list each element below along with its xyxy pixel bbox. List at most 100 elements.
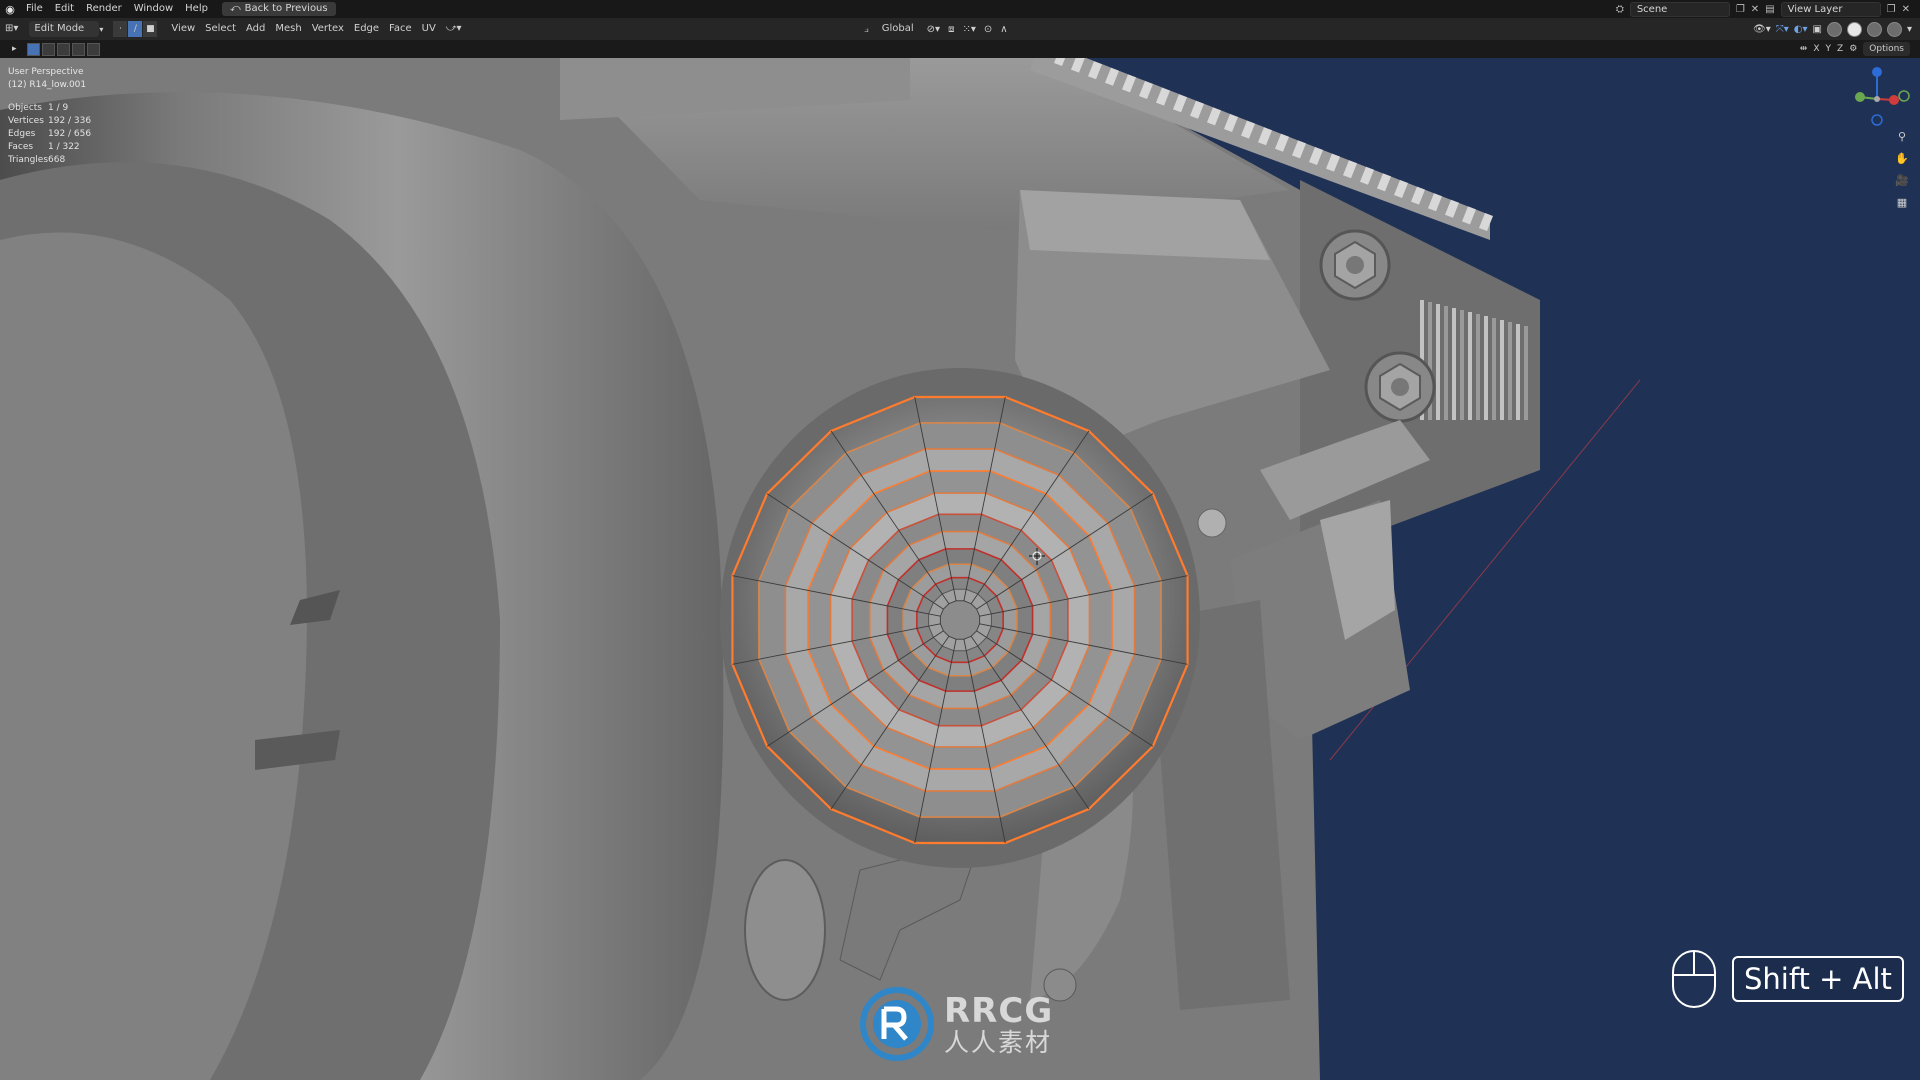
- solid-shading-icon[interactable]: [1846, 21, 1862, 37]
- axis-x-toggle[interactable]: X: [1813, 44, 1819, 54]
- stat-label: Triangles: [8, 155, 49, 165]
- menu-select[interactable]: Select: [200, 21, 241, 37]
- handguard-fin: [1460, 310, 1464, 420]
- editor-type-icon[interactable]: ⊞▾: [0, 21, 23, 37]
- remove-view-layer-icon[interactable]: ✕: [1902, 4, 1910, 15]
- visibility-icon[interactable]: 👁▾: [1753, 24, 1771, 35]
- transform-controls: ⟓ Global ⊘▾ ⧈ ⁙▾ ⊙ ∧: [864, 21, 1008, 37]
- mouse-icon: [1672, 950, 1716, 1008]
- top-menu-bar: ◉ File Edit Render Window Help ⤺ Back to…: [0, 0, 1920, 18]
- back-to-previous-button[interactable]: ⤺ Back to Previous: [221, 2, 336, 16]
- new-view-layer-icon[interactable]: ❐: [1887, 4, 1896, 15]
- handguard-fin: [1452, 308, 1456, 420]
- scene-field[interactable]: Scene: [1629, 1, 1730, 17]
- handguard-fin: [1436, 304, 1440, 420]
- selected-bolt-mesh[interactable]: [731, 395, 1189, 845]
- menu-render[interactable]: Render: [80, 0, 128, 18]
- stat-value: 192 / 336: [48, 116, 92, 126]
- select-new-icon[interactable]: [26, 42, 40, 56]
- menu-window[interactable]: Window: [128, 0, 179, 18]
- select-subtract-icon[interactable]: [56, 42, 70, 56]
- object-name: (12) R14_low.001: [8, 80, 87, 90]
- viewport-info-overlay: User Perspective (12) R14_low.001 Object…: [8, 66, 91, 167]
- selection-mode-tools: [26, 42, 100, 56]
- menu-mesh[interactable]: Mesh: [270, 21, 306, 37]
- blender-logo-icon[interactable]: ◉: [0, 0, 20, 18]
- mirror-icon[interactable]: ⇹: [1800, 44, 1808, 54]
- grid-view-icon[interactable]: ▦: [1894, 194, 1910, 210]
- gizmo-toggle-icon[interactable]: ⤧▾: [1776, 24, 1789, 35]
- stat-value: 192 / 656: [48, 129, 92, 139]
- vertex-select-icon[interactable]: ·: [113, 21, 129, 37]
- options-dropdown[interactable]: Options: [1863, 42, 1910, 56]
- scene-icon[interactable]: ⛭: [1616, 4, 1624, 15]
- chevron-down-icon[interactable]: ▾: [99, 25, 103, 34]
- stat-value: 1 / 322: [48, 142, 80, 152]
- back-to-previous-label: Back to Previous: [244, 3, 328, 14]
- handguard-fin: [1492, 318, 1496, 420]
- menu-uv[interactable]: UV: [417, 21, 441, 37]
- pan-hand-icon[interactable]: ✋: [1894, 150, 1910, 166]
- snap-target-icon[interactable]: ⁙▾: [962, 24, 975, 35]
- charging-block-top: [1020, 190, 1270, 260]
- handguard-fin: [1516, 324, 1520, 420]
- navigation-gizmo[interactable]: [1842, 64, 1912, 134]
- xray-toggle-icon[interactable]: ▣: [1813, 24, 1822, 35]
- watermark-cn: 人人素材: [944, 1027, 1053, 1057]
- rendered-shading-icon[interactable]: [1886, 21, 1902, 37]
- gizmo-z-icon[interactable]: [1872, 67, 1882, 77]
- menu-add[interactable]: Add: [241, 21, 270, 37]
- hex-bolt-lower: [1364, 351, 1436, 423]
- pin: [1197, 508, 1227, 538]
- wireframe-shading-icon[interactable]: [1826, 21, 1842, 37]
- camera-icon[interactable]: 🎥: [1894, 172, 1910, 188]
- stat-value: 668: [48, 155, 66, 165]
- 3d-viewport[interactable]: [0, 58, 1920, 1080]
- menu-view[interactable]: View: [166, 21, 200, 37]
- back-icon: ⤺: [229, 3, 241, 14]
- pivot-icon[interactable]: ⊘▾: [927, 24, 940, 35]
- menu-help[interactable]: Help: [179, 0, 214, 18]
- navigation-tools: ⚲ ✋ 🎥 ▦: [1894, 128, 1910, 210]
- menu-edge[interactable]: Edge: [349, 21, 384, 37]
- transform-orientation-dropdown[interactable]: Global: [877, 21, 919, 37]
- tool-header: ▸ ⇹ X Y Z ⚙ Options: [0, 40, 1920, 58]
- axis-y-toggle[interactable]: Y: [1826, 44, 1832, 54]
- orientation-icon[interactable]: ⟓: [864, 24, 869, 35]
- handguard-fin: [1524, 326, 1528, 420]
- overlay-toggle-icon[interactable]: ◐▾: [1794, 24, 1808, 35]
- proportional-edit-icon[interactable]: ⊙: [984, 24, 992, 35]
- mode-dropdown[interactable]: Edit Mode: [29, 21, 100, 37]
- select-invert-icon[interactable]: [71, 42, 85, 56]
- face-select-icon[interactable]: ■: [143, 21, 159, 37]
- gizmo-x-icon[interactable]: [1889, 95, 1899, 105]
- handguard-fin: [1500, 320, 1504, 420]
- material-shading-icon[interactable]: [1866, 21, 1882, 37]
- mesh-options-icon[interactable]: ⚙: [1849, 44, 1857, 54]
- watermark-en: RRCG: [944, 990, 1054, 1031]
- select-intersect-icon[interactable]: [86, 42, 100, 56]
- remove-scene-icon[interactable]: ✕: [1751, 4, 1759, 15]
- edge-select-icon[interactable]: /: [128, 21, 144, 37]
- new-scene-icon[interactable]: ❐: [1736, 4, 1745, 15]
- shading-options-icon[interactable]: ▾: [1907, 24, 1912, 35]
- snap-icon[interactable]: ⧈: [948, 24, 954, 35]
- gizmo-y-icon[interactable]: [1855, 92, 1865, 102]
- menu-edit[interactable]: Edit: [49, 0, 80, 18]
- select-mode-group: · / ■: [113, 21, 159, 37]
- falloff-icon[interactable]: ∧: [1000, 24, 1007, 35]
- tool-cursor-icon[interactable]: ▸: [12, 44, 17, 54]
- menu-face[interactable]: Face: [384, 21, 417, 37]
- uv-extra-icon[interactable]: ⤻▾: [441, 21, 467, 37]
- view-layer-icon[interactable]: ▤: [1765, 4, 1774, 15]
- view-layer-field[interactable]: View Layer: [1780, 1, 1881, 17]
- menu-file[interactable]: File: [20, 0, 49, 18]
- blender-window: ◉ File Edit Render Window Help ⤺ Back to…: [0, 0, 1920, 1080]
- axis-z-toggle[interactable]: Z: [1837, 44, 1843, 54]
- select-extend-icon[interactable]: [41, 42, 55, 56]
- stat-label: Objects: [8, 103, 43, 113]
- menu-vertex[interactable]: Vertex: [307, 21, 349, 37]
- zoom-icon[interactable]: ⚲: [1894, 128, 1910, 144]
- rrcg-logo-icon: [860, 987, 934, 1061]
- key-combo-label: Shift + Alt: [1732, 956, 1904, 1002]
